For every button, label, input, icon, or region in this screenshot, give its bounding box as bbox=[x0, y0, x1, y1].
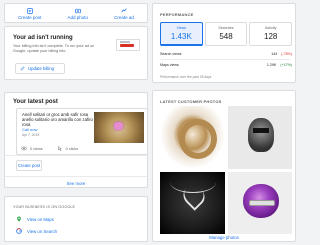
post-date: Apr 7, 2019 bbox=[22, 133, 40, 137]
customer-photos-card: LATEST CUSTOMER PHOTOS Manage photos bbox=[152, 90, 296, 242]
view-on-maps-link[interactable]: View on Maps bbox=[16, 216, 54, 222]
update-billing-button[interactable]: Update billing bbox=[15, 63, 65, 74]
add-photo-label: Add photo bbox=[67, 15, 88, 20]
metric-divider bbox=[160, 59, 290, 60]
maps-icon bbox=[17, 216, 21, 222]
metric-value: 1.43K bbox=[170, 32, 192, 41]
create-ad-action[interactable]: Create ad bbox=[114, 8, 134, 20]
view-on-search-link[interactable]: View on Search bbox=[16, 228, 57, 234]
photo-grid bbox=[160, 106, 292, 234]
update-billing-label: Update billing bbox=[28, 66, 55, 71]
metric-tab-searches[interactable]: Searches 548 bbox=[204, 22, 248, 46]
latest-post-card: Your latest post Anell solitari or groc … bbox=[4, 92, 148, 188]
ad-card-description: Your billing info isn't complete. To run… bbox=[13, 44, 95, 53]
post-divider bbox=[5, 155, 147, 156]
metric-label: Searches bbox=[218, 26, 234, 30]
ad-icon bbox=[121, 8, 127, 13]
metric-value: 548 bbox=[219, 32, 233, 41]
business-on-google-title: YOUR BUSINESS IS ON GOOGLE bbox=[13, 205, 76, 209]
post-clicks: 0 clicks bbox=[57, 146, 78, 151]
customer-photo-gold-ring[interactable] bbox=[160, 106, 225, 169]
ad-status-card: Your ad isn't running Your billing info … bbox=[4, 26, 148, 80]
post-divider-bottom bbox=[5, 176, 147, 177]
customer-photo-heart-pendant[interactable] bbox=[160, 171, 225, 234]
edit-icon bbox=[20, 66, 25, 71]
search-views-row: Search views 144 (-78%) bbox=[160, 52, 292, 56]
post-views: 0 views bbox=[21, 146, 43, 151]
performance-title: PERFORMANCE bbox=[160, 12, 194, 17]
see-more-link[interactable]: See more bbox=[5, 181, 147, 186]
photo-icon bbox=[74, 8, 81, 14]
ad-card-title: Your ad isn't running bbox=[13, 35, 73, 41]
metric-label: Activity bbox=[264, 26, 277, 30]
metric-tab-activity[interactable]: Activity 128 bbox=[249, 22, 293, 46]
create-post-button[interactable]: Create post bbox=[16, 160, 42, 171]
metric-label: Views bbox=[176, 26, 187, 30]
maps-views-change: (+17%) bbox=[280, 63, 292, 67]
post-icon bbox=[26, 8, 33, 14]
post-stats: 0 views 0 clicks bbox=[21, 146, 78, 151]
manage-photos-link[interactable]: Manage photos bbox=[153, 235, 295, 240]
maps-views-label: Maps views bbox=[160, 63, 179, 67]
add-photo-action[interactable]: Add photo bbox=[67, 8, 88, 20]
quick-actions-bar: Create post Add photo Create ad bbox=[4, 3, 148, 23]
create-post-label: Create post bbox=[18, 15, 42, 20]
post-clicks-label: 0 clicks bbox=[65, 146, 79, 151]
search-views-value: 144 bbox=[271, 52, 278, 56]
search-views-change: (-78%) bbox=[281, 52, 292, 56]
create-ad-label: Create ad bbox=[114, 15, 134, 20]
latest-post-title: Your latest post bbox=[13, 99, 58, 105]
call-now-link[interactable]: Call now bbox=[22, 127, 37, 132]
performance-footer: Performance over the past 28 days bbox=[160, 75, 212, 79]
post-views-label: 0 views bbox=[30, 146, 43, 151]
view-on-maps-label: View on Maps bbox=[27, 216, 54, 222]
search-views-label: Search views bbox=[160, 52, 182, 56]
metric-tab-views[interactable]: Views 1.43K bbox=[160, 22, 203, 46]
customer-photo-amethyst-ring[interactable] bbox=[227, 171, 292, 234]
customer-photo-skull-ring[interactable] bbox=[227, 106, 292, 169]
performance-metrics: Views 1.43K Searches 548 Activity 128 bbox=[160, 22, 293, 46]
post-text: Anell solitari or groc amb safir rosa an… bbox=[22, 112, 93, 127]
business-on-google-card: YOUR BUSINESS IS ON GOOGLE View on Maps … bbox=[4, 196, 148, 242]
ad-illustration bbox=[116, 39, 140, 51]
create-post-action[interactable]: Create post bbox=[18, 8, 41, 20]
view-on-search-label: View on Search bbox=[27, 228, 58, 234]
metric-value: 128 bbox=[264, 32, 278, 41]
click-icon bbox=[57, 146, 62, 151]
customer-photos-title: LATEST CUSTOMER PHOTOS bbox=[160, 99, 222, 104]
google-g-icon bbox=[16, 228, 22, 234]
post-ring-photo bbox=[94, 112, 144, 143]
maps-views-value: 1.29K bbox=[266, 63, 277, 67]
eye-icon bbox=[21, 146, 27, 151]
performance-card: PERFORMANCE Views 1.43K Searches 548 Act… bbox=[152, 3, 296, 83]
maps-views-row: Maps views 1.29K (+17%) bbox=[160, 63, 292, 67]
